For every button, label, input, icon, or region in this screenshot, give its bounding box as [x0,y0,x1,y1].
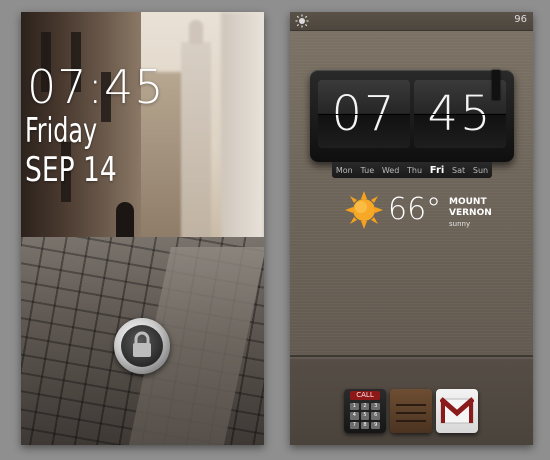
wallpaper-church-tower [181,20,211,242]
status-bar: 96 [290,12,533,31]
weather-temperature: 66° [388,192,442,227]
weekday-label-active: Fri [429,164,445,176]
clock-hours: 07 [318,80,410,148]
weather-city-line2: VERNON [449,208,492,218]
weekday-label: Mon [335,165,353,175]
weather-city: MOUNT VERNON [449,197,492,219]
app-dock: CALL 123456789 [290,355,533,445]
bookmark-ribbon [492,70,500,100]
weekday-label: Wed [381,165,400,175]
wallpaper-building [221,12,264,247]
weather-city-line1: MOUNT [449,197,487,207]
lock-icon [133,331,151,357]
home-screen: 96 07 45 Mon Tue Wed Thu Fri Sat Sun 66°… [290,12,533,445]
weekday-strip: Mon Tue Wed Thu Fri Sat Sun [332,162,492,178]
weekday-label: Thu [407,165,423,175]
brightness-icon[interactable] [295,14,309,28]
lock-screen: 07:45 Friday SEP 14 [21,12,264,445]
weather-condition: sunny [449,220,471,228]
call-label: CALL [350,391,380,400]
weekday-label: Sun [472,165,489,175]
battery-level: 96 [514,14,527,25]
sun-icon[interactable] [345,191,383,229]
lock-day: Friday [25,111,98,151]
unlock-button[interactable] [114,318,170,374]
flip-clock-widget[interactable]: 07 45 [310,70,514,162]
phone-keypad-icon: 123456789 [350,403,380,429]
mail-icon [440,397,474,424]
weekday-label: Tue [360,165,375,175]
wallpaper-doorway [116,202,134,242]
lock-time: 07:45 [27,60,165,114]
lock-date: SEP 14 [25,150,117,190]
app-drawer-icon[interactable] [390,389,432,433]
gmail-app-icon[interactable] [436,389,478,433]
weekday-label: Sat [452,165,466,175]
phone-app-icon[interactable]: CALL 123456789 [344,389,386,433]
